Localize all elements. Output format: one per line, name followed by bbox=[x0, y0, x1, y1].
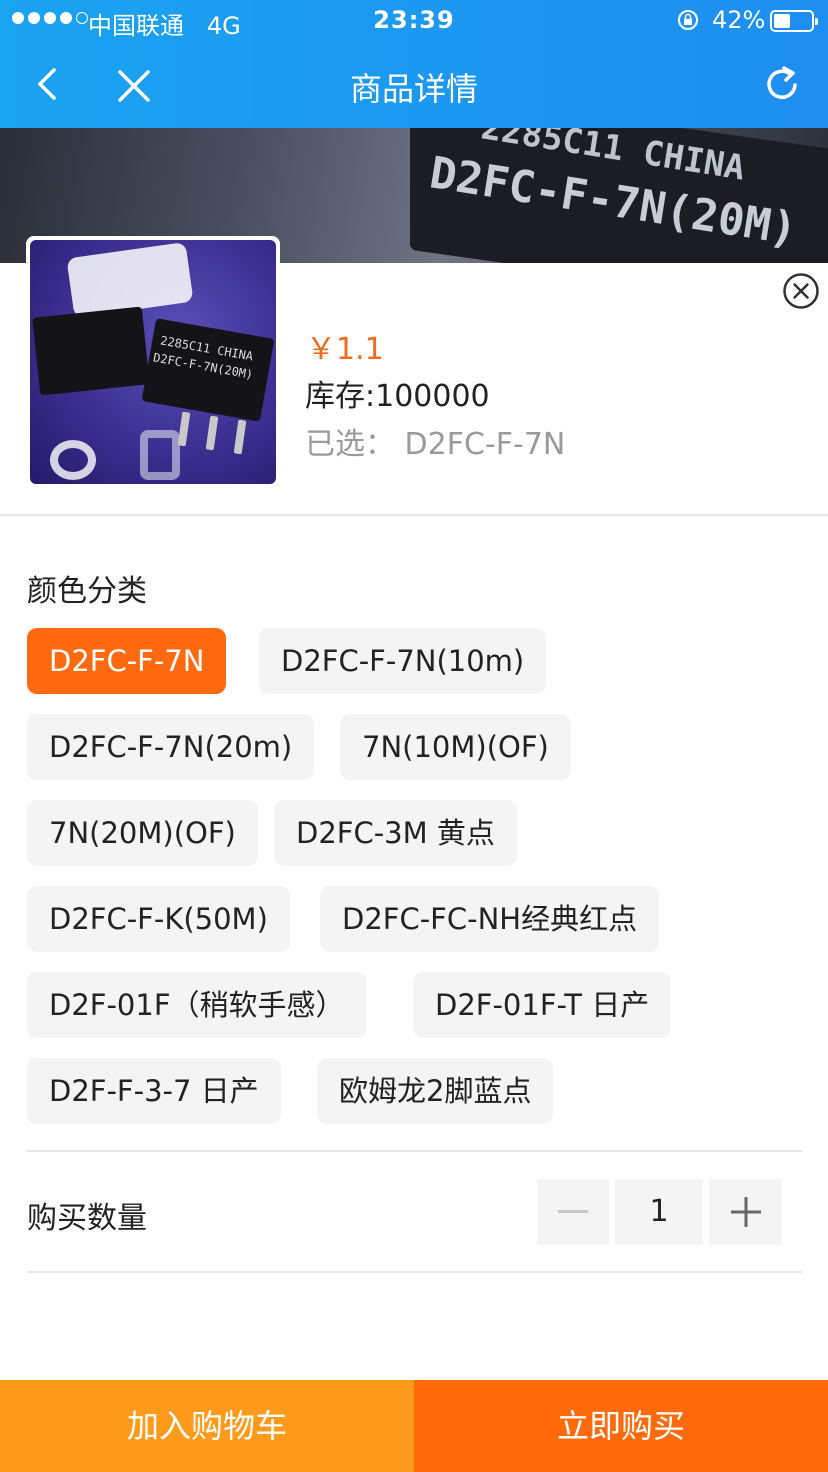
variant-section-label: 颜色分类 bbox=[27, 574, 147, 609]
quantity-increment-button[interactable] bbox=[709, 1179, 782, 1245]
divider bbox=[27, 1150, 802, 1152]
minus-icon bbox=[558, 1210, 588, 1213]
clock: 23:39 bbox=[373, 6, 455, 34]
close-panel-icon[interactable] bbox=[782, 272, 820, 310]
plus-icon bbox=[730, 1197, 761, 1227]
variant-option-0[interactable]: D2FC-F-7N bbox=[27, 628, 227, 694]
status-bar: 中国联通 4G 23:39 42% bbox=[0, 0, 828, 42]
variant-option-5[interactable]: D2FC-3M 黄点 bbox=[274, 800, 517, 866]
buy-now-button[interactable]: 立即购买 bbox=[414, 1380, 828, 1472]
quantity-input[interactable]: 1 bbox=[615, 1179, 703, 1245]
variant-option-10[interactable]: D2F-F-3-7 日产 bbox=[27, 1058, 281, 1124]
variant-option-9[interactable]: D2F-01F-T 日产 bbox=[413, 972, 672, 1038]
selected-variant: 已选： D2FC-F-7N bbox=[305, 427, 566, 462]
product-price: ￥1.1 bbox=[306, 332, 384, 367]
variant-option-4[interactable]: 7N(20M)(OF) bbox=[27, 800, 258, 866]
divider bbox=[27, 1271, 802, 1273]
nav-bar: 商品详情 bbox=[0, 42, 828, 128]
battery-icon bbox=[770, 10, 818, 32]
variant-option-7[interactable]: D2FC-FC-NH经典红点 bbox=[320, 886, 660, 952]
variant-option-1[interactable]: D2FC-F-7N(10m) bbox=[259, 628, 547, 694]
add-to-cart-button[interactable]: 加入购物车 bbox=[0, 1380, 414, 1472]
top-bar: 中国联通 4G 23:39 42% 商品详情 bbox=[0, 0, 828, 128]
quantity-decrement-button[interactable] bbox=[537, 1179, 609, 1245]
bottom-action-bar: 加入购物车 立即购买 bbox=[0, 1380, 828, 1472]
product-stock: 库存:100000 bbox=[305, 379, 490, 414]
page-title: 商品详情 bbox=[349, 70, 478, 108]
battery-percent: 42% bbox=[712, 6, 766, 34]
rotation-lock-icon bbox=[676, 8, 700, 38]
variant-option-8[interactable]: D2F-01F（稍软手感） bbox=[27, 972, 367, 1038]
product-thumbnail[interactable]: 2285C11 CHINA D2FC-F-7N(20M) bbox=[26, 236, 280, 488]
divider bbox=[0, 514, 828, 516]
variant-option-6[interactable]: D2FC-F-K(50M) bbox=[27, 886, 290, 952]
variant-option-11[interactable]: 欧姆龙2脚蓝点 bbox=[317, 1058, 554, 1124]
quantity-label: 购买数量 bbox=[27, 1201, 147, 1236]
variant-option-3[interactable]: 7N(10M)(OF) bbox=[340, 714, 571, 780]
refresh-icon[interactable] bbox=[762, 62, 804, 106]
variant-option-2[interactable]: D2FC-F-7N(20m) bbox=[27, 714, 315, 780]
